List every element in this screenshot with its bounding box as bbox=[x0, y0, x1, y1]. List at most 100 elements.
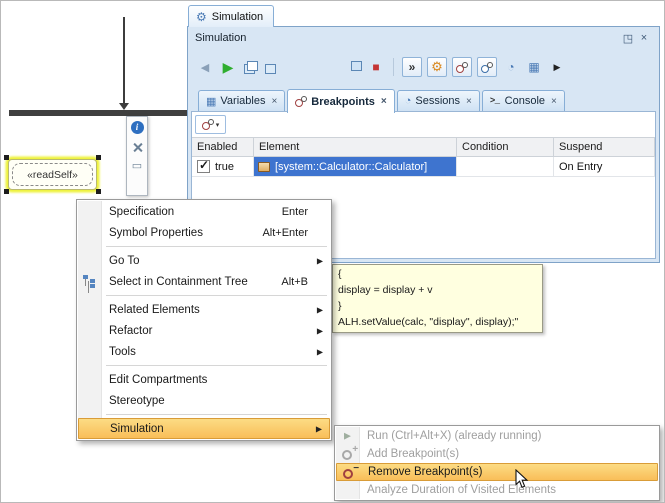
submenu-arrow-icon: ▶ bbox=[317, 305, 323, 314]
tab-variables[interactable]: ▦ Variables × bbox=[198, 90, 285, 111]
doc-tab-label: Simulation bbox=[212, 11, 263, 23]
menu-item-related-elements[interactable]: Related Elements ▶ bbox=[78, 299, 330, 320]
tab-label: Sessions bbox=[415, 95, 460, 107]
variables-grid-icon: ▦ bbox=[206, 95, 216, 108]
tab-close-icon[interactable]: × bbox=[381, 96, 387, 107]
magicdraw-app-screenshot: «readSelf» i ▭ ⚙ Simulation Simulation ◳… bbox=[0, 0, 665, 503]
column-header-element[interactable]: Element bbox=[254, 138, 457, 156]
selection-handle[interactable] bbox=[96, 189, 101, 194]
selection-handle[interactable] bbox=[4, 189, 9, 194]
toolbar-more-icon[interactable]: ▶ bbox=[548, 58, 566, 76]
resume-button[interactable]: ▶ bbox=[219, 58, 237, 76]
menu-shortcut: Alt+Enter bbox=[262, 227, 322, 239]
context-menu: Specification Enter Symbol Properties Al… bbox=[76, 199, 332, 441]
mouse-cursor bbox=[515, 469, 529, 489]
toolbar-separator bbox=[393, 58, 394, 76]
tab-close-icon[interactable]: × bbox=[271, 96, 277, 107]
enabled-cell[interactable]: ✓ true bbox=[192, 157, 254, 176]
export-diagram-icon[interactable]: ▦ bbox=[525, 58, 543, 76]
menu-item-refactor[interactable]: Refactor ▶ bbox=[78, 320, 330, 341]
submenu-item-run: ▶ Run (Ctrl+Alt+X) (already running) bbox=[336, 427, 658, 445]
breakpoints-mini-toolbar: ▾ bbox=[192, 112, 655, 137]
class-icon bbox=[258, 162, 270, 172]
step-into-button[interactable] bbox=[242, 58, 260, 76]
suspend-value: On Entry bbox=[559, 161, 602, 173]
check-icon: ✓ bbox=[199, 158, 209, 172]
step-over-button[interactable] bbox=[265, 58, 362, 76]
tab-sessions[interactable]: ◔ Sessions × bbox=[397, 90, 480, 111]
token-icon bbox=[481, 62, 493, 73]
menu-item-simulation[interactable]: Simulation ▶ bbox=[78, 418, 330, 439]
tab-close-icon[interactable]: × bbox=[466, 96, 472, 107]
read-self-action-node[interactable]: «readSelf» bbox=[8, 159, 97, 190]
simulation-gear-icon: ⚙ bbox=[196, 10, 207, 24]
step-over-icon bbox=[265, 61, 362, 74]
breakpoints-toggle-button[interactable] bbox=[452, 57, 472, 77]
menu-item-go-to[interactable]: Go To ▶ bbox=[78, 250, 330, 271]
breakpoint-options-button[interactable]: ▾ bbox=[195, 115, 226, 134]
element-value: [system::Calculator::Calculator] bbox=[275, 161, 427, 173]
selection-handle[interactable] bbox=[4, 155, 9, 160]
tab-close-icon[interactable]: × bbox=[551, 96, 557, 107]
simulation-toolbar: ◀ ▶ ■ » ⚙ ◔ ▦ ▶ bbox=[188, 49, 659, 85]
breakpoint-icon bbox=[295, 96, 307, 107]
menu-item-edit-compartments[interactable]: Edit Compartments bbox=[78, 369, 330, 390]
read-self-label: «readSelf» bbox=[27, 169, 78, 181]
run-icon: ▶ bbox=[344, 431, 351, 442]
menu-separator bbox=[78, 292, 330, 299]
script-line: display = display + v bbox=[338, 282, 537, 298]
submenu-item-remove-breakpoints[interactable]: − Remove Breakpoint(s) bbox=[336, 463, 658, 481]
submenu-arrow-icon: ▶ bbox=[317, 347, 323, 356]
enabled-value: true bbox=[215, 161, 234, 173]
selection-handle[interactable] bbox=[96, 155, 101, 160]
simulation-document-tab[interactable]: ⚙ Simulation bbox=[188, 5, 274, 27]
float-panel-icon[interactable]: ◳ bbox=[620, 32, 636, 45]
tab-breakpoints[interactable]: Breakpoints × bbox=[287, 89, 394, 113]
terminate-button[interactable]: ■ bbox=[367, 58, 385, 76]
menu-item-stereotype[interactable]: Stereotype bbox=[78, 390, 330, 411]
script-line: { bbox=[338, 266, 537, 282]
clock-icon[interactable]: ◔ bbox=[502, 58, 520, 76]
element-cell-selected[interactable]: [system::Calculator::Calculator] bbox=[254, 157, 457, 176]
submenu-item-analyze-duration: Analyze Duration of Visited Elements bbox=[336, 481, 658, 499]
submenu-arrow-icon: ▶ bbox=[317, 256, 323, 265]
diagram-smart-toolbar: i ▭ bbox=[126, 116, 148, 196]
toolbar-overflow-button[interactable]: » bbox=[402, 57, 422, 77]
column-header-condition[interactable]: Condition bbox=[457, 138, 554, 156]
menu-item-tools[interactable]: Tools ▶ bbox=[78, 341, 330, 362]
back-button[interactable]: ◀ bbox=[196, 58, 214, 76]
close-panel-icon[interactable]: × bbox=[636, 32, 652, 44]
animation-options-button[interactable]: ⚙ bbox=[427, 57, 447, 77]
read-self-body: «readSelf» bbox=[12, 163, 93, 186]
script-line: } bbox=[338, 298, 537, 314]
breakpoint-table-row[interactable]: ✓ true [system::Calculator::Calculator] … bbox=[192, 157, 655, 177]
condition-cell[interactable] bbox=[457, 157, 554, 176]
tab-label: Console bbox=[505, 95, 545, 107]
suspend-cell[interactable]: On Entry bbox=[554, 157, 655, 176]
column-header-suspend[interactable]: Suspend bbox=[554, 138, 655, 156]
enabled-checkbox[interactable]: ✓ bbox=[197, 160, 210, 173]
table-header: Enabled Element Condition Suspend bbox=[192, 137, 655, 157]
control-flow-edge[interactable] bbox=[123, 17, 125, 104]
tab-label: Variables bbox=[220, 95, 265, 107]
submenu-arrow-icon: ▶ bbox=[316, 424, 322, 433]
menu-item-select-in-containment-tree[interactable]: Select in Containment Tree Alt+B bbox=[78, 271, 330, 292]
fork-join-bar[interactable] bbox=[9, 110, 187, 116]
tab-console[interactable]: >_ Console × bbox=[482, 90, 565, 111]
tab-label: Breakpoints bbox=[311, 96, 375, 108]
simulation-submenu: ▶ Run (Ctrl+Alt+X) (already running) + A… bbox=[334, 425, 660, 501]
breakpoint-icon bbox=[202, 119, 214, 130]
tokens-toggle-button[interactable] bbox=[477, 57, 497, 77]
compartment-icon[interactable]: ▭ bbox=[132, 161, 142, 172]
column-header-enabled[interactable]: Enabled bbox=[192, 138, 254, 156]
menu-separator bbox=[78, 411, 330, 418]
info-icon[interactable]: i bbox=[131, 121, 144, 134]
menu-item-symbol-properties[interactable]: Symbol Properties Alt+Enter bbox=[78, 222, 330, 243]
control-flow-arrowhead bbox=[119, 103, 129, 110]
remove-breakpoint-icon: − bbox=[343, 466, 359, 479]
step-into-icon bbox=[244, 61, 258, 74]
delete-icon[interactable] bbox=[132, 142, 143, 153]
menu-item-specification[interactable]: Specification Enter bbox=[78, 201, 330, 222]
panel-tab-bar: ▦ Variables × Breakpoints × ◔ Sessions ×… bbox=[188, 85, 659, 111]
sessions-clock-icon: ◔ bbox=[405, 95, 412, 107]
